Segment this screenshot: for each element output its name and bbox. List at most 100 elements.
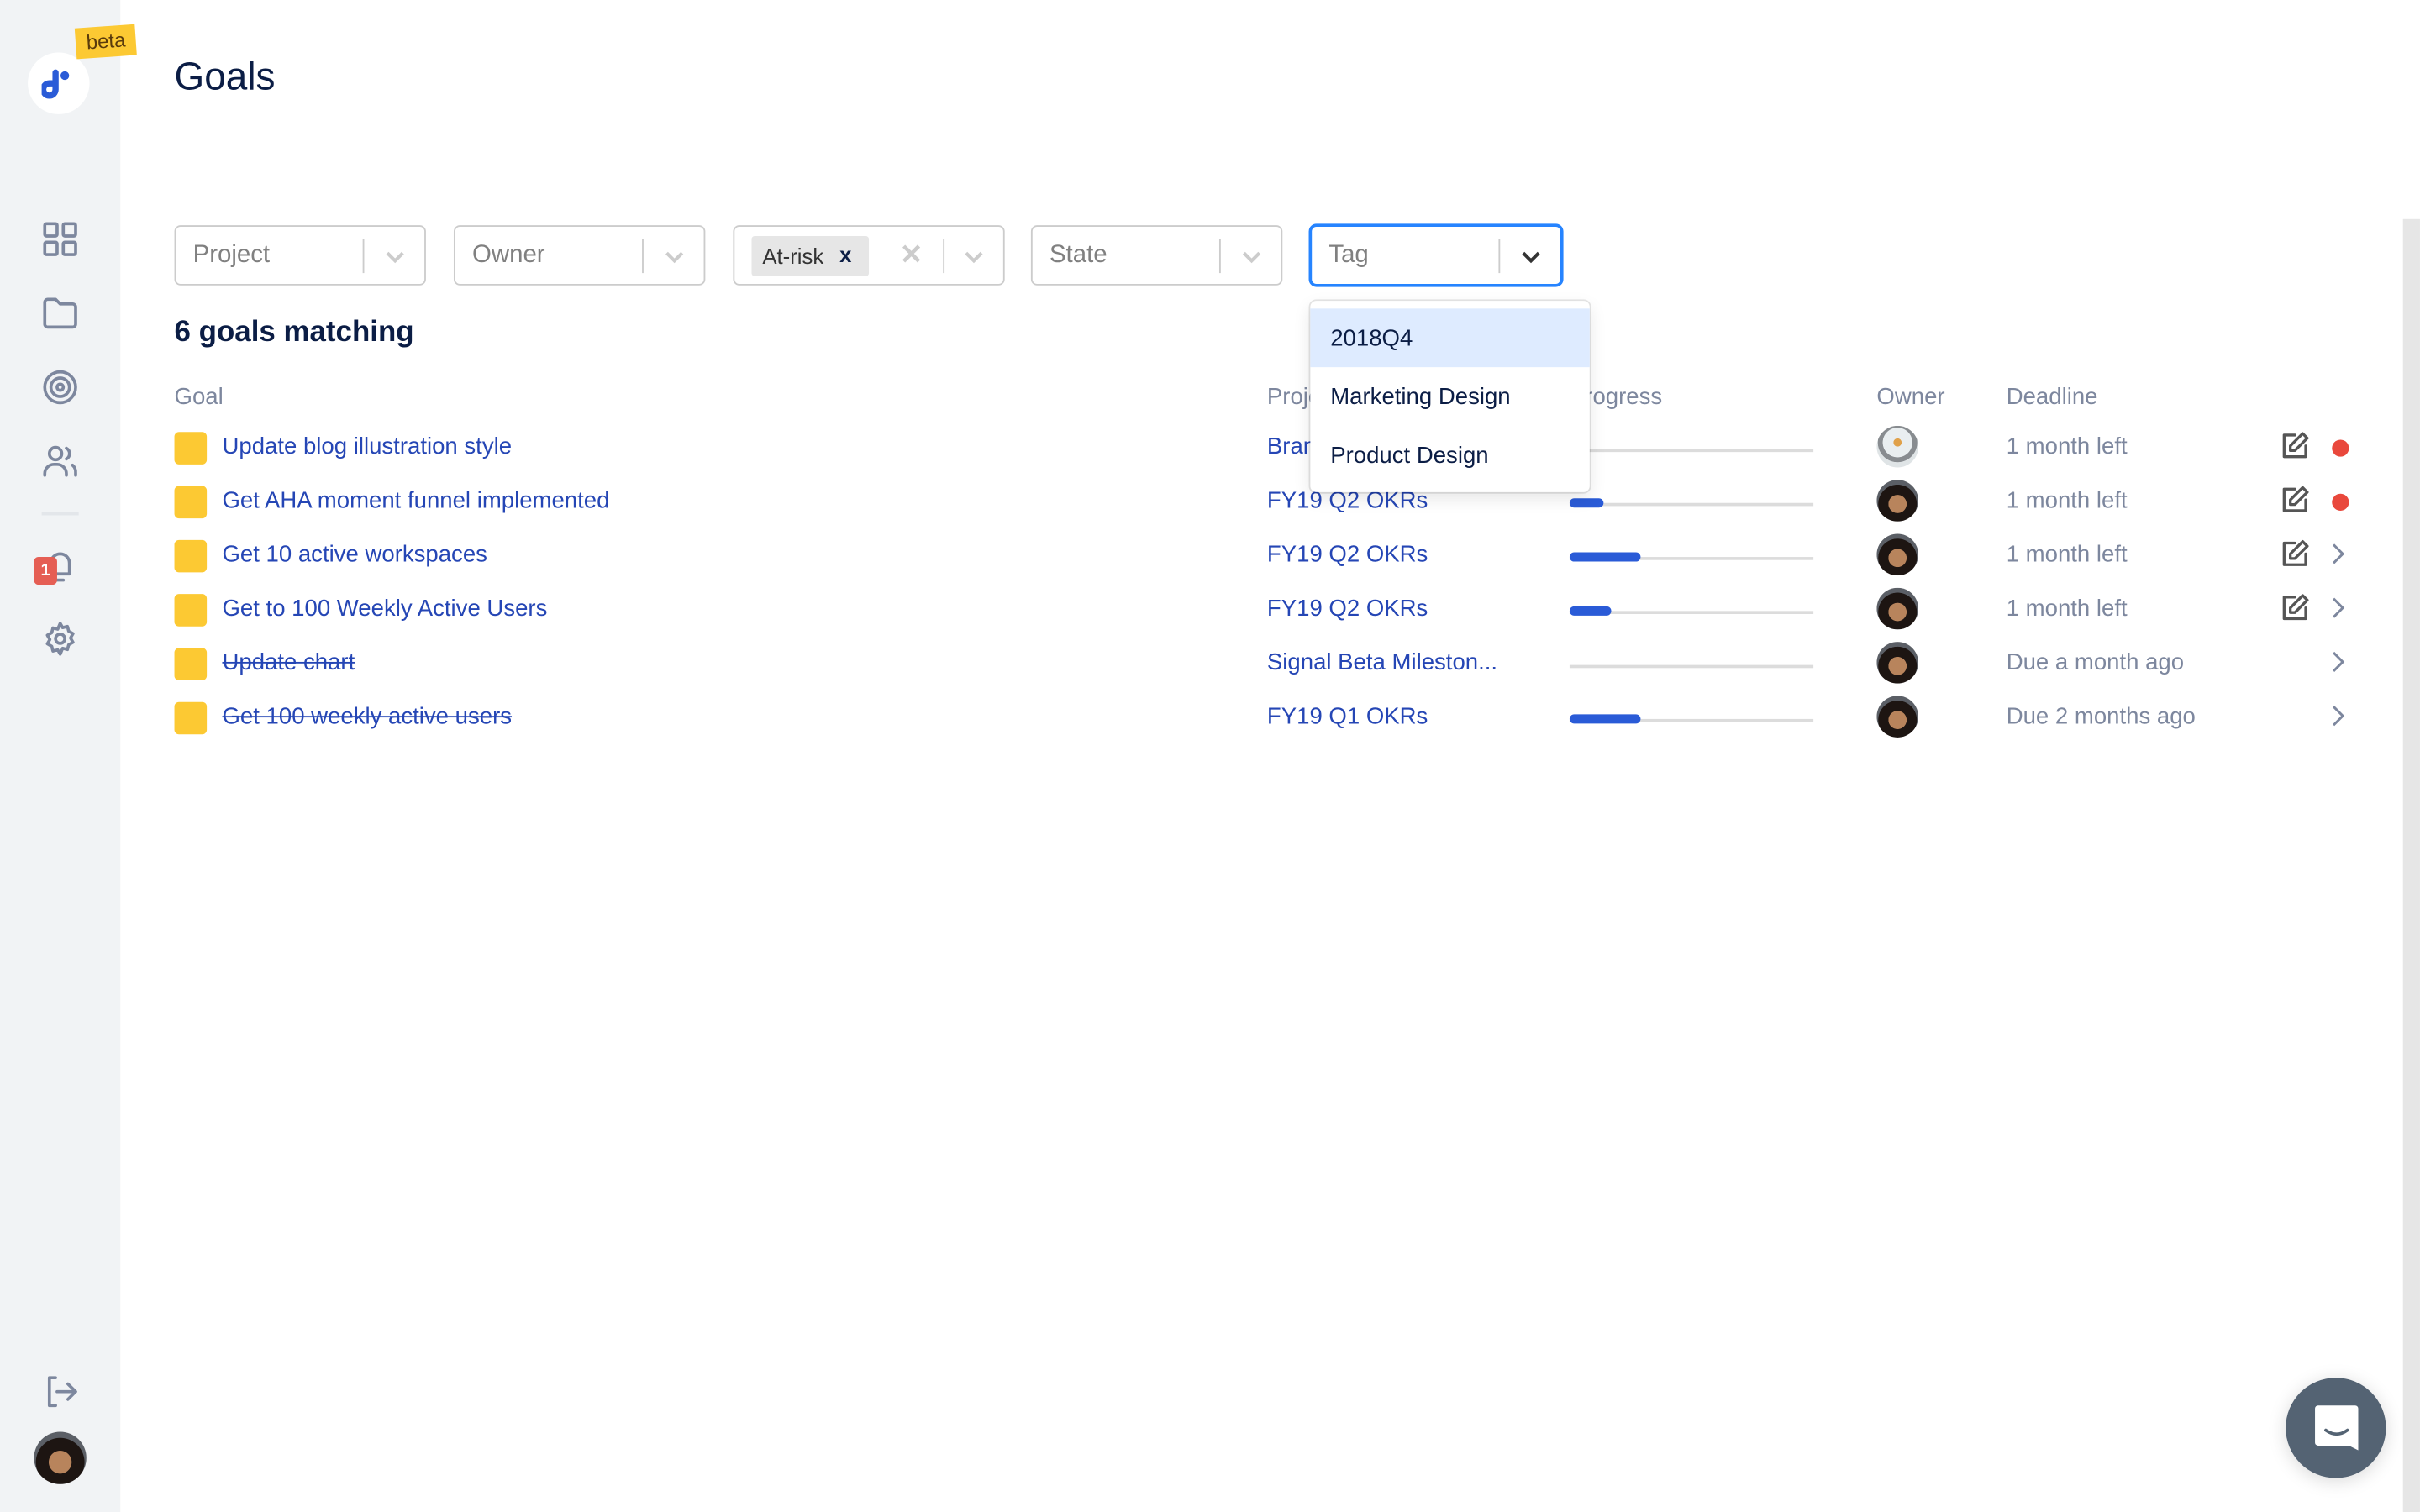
app: beta 1 Goals Project Owner At-risk x ✕ S… bbox=[0, 0, 2420, 1512]
goal-marker-icon bbox=[174, 432, 208, 465]
separator bbox=[642, 239, 644, 274]
deadline-text: Due a month ago bbox=[2006, 649, 2185, 676]
users-icon bbox=[43, 445, 77, 477]
progress-bar bbox=[1569, 664, 1814, 669]
clear-icon[interactable]: ✕ bbox=[900, 239, 923, 272]
goal-marker-icon bbox=[174, 594, 208, 627]
sidebar-divider bbox=[41, 512, 79, 516]
target-icon bbox=[43, 370, 77, 405]
progress-bar bbox=[1569, 449, 1814, 453]
app-logo[interactable] bbox=[28, 52, 90, 114]
logout-icon bbox=[47, 1376, 77, 1408]
progress-bar bbox=[1569, 552, 1814, 562]
separator bbox=[1498, 239, 1501, 274]
chevron-right-icon[interactable] bbox=[2329, 542, 2348, 566]
scrollbar-track[interactable] bbox=[2402, 218, 2420, 1512]
sidebar-item-settings[interactable] bbox=[42, 620, 79, 657]
edit-icon[interactable] bbox=[2280, 430, 2311, 461]
project-link[interactable]: FY19 Q1 OKRs bbox=[1267, 704, 1428, 730]
logout-button[interactable] bbox=[42, 1373, 79, 1410]
progress-fill bbox=[1569, 552, 1641, 562]
owner-filter-placeholder: Owner bbox=[472, 242, 545, 269]
separator bbox=[1218, 239, 1221, 274]
goal-link[interactable]: Update chart bbox=[222, 649, 355, 675]
project-link[interactable]: FY19 Q2 OKRs bbox=[1267, 596, 1428, 622]
tag-option[interactable]: Product Design bbox=[1310, 426, 1589, 485]
table-row[interactable]: Update chart Signal Beta Mileston... Due a… bbox=[174, 640, 2366, 686]
tag-filter[interactable]: Tag bbox=[1310, 225, 1562, 286]
separator bbox=[943, 239, 945, 274]
deadline-text: 1 month left bbox=[2006, 541, 2128, 568]
deadline-text: 1 month left bbox=[2006, 487, 2128, 514]
separator bbox=[362, 239, 365, 274]
table-row[interactable]: Get 100 weekly active users FY19 Q1 OKRs D… bbox=[174, 695, 2366, 741]
results-count: 6 goals matching bbox=[174, 316, 414, 349]
project-link[interactable]: Signal Beta Mileston... bbox=[1267, 649, 1497, 675]
chip-label: At-risk bbox=[762, 244, 824, 269]
owner-avatar[interactable] bbox=[1876, 696, 1919, 738]
beta-badge: beta bbox=[74, 24, 138, 60]
chevron-down-icon[interactable] bbox=[381, 242, 409, 270]
chevron-right-icon[interactable] bbox=[2329, 649, 2348, 674]
goal-marker-icon bbox=[174, 648, 208, 680]
owner-avatar[interactable] bbox=[1876, 587, 1919, 630]
project-filter-placeholder: Project bbox=[192, 242, 271, 269]
at-risk-indicator bbox=[2332, 439, 2349, 457]
edit-icon[interactable] bbox=[2280, 592, 2311, 623]
tag-option[interactable]: 2018Q4 bbox=[1310, 308, 1590, 368]
status-filter[interactable]: At-risk x ✕ bbox=[733, 225, 1005, 286]
column-header-goal: Goal bbox=[174, 384, 224, 411]
logo-icon bbox=[41, 69, 70, 99]
tag-filter-placeholder: Tag bbox=[1328, 242, 1369, 269]
owner-avatar[interactable] bbox=[1876, 480, 1919, 522]
page-title: Goals bbox=[174, 55, 276, 99]
sidebar-item-projects[interactable] bbox=[42, 295, 79, 332]
chevron-down-icon[interactable] bbox=[1517, 242, 1544, 270]
project-link[interactable]: FY19 Q2 OKRs bbox=[1267, 542, 1428, 568]
goal-link[interactable]: Get 100 weekly active users bbox=[222, 704, 512, 730]
progress-fill bbox=[1569, 606, 1612, 616]
goal-link[interactable]: Get 10 active workspaces bbox=[222, 542, 487, 568]
deadline-text: 1 month left bbox=[2006, 595, 2128, 622]
deadline-text: 1 month left bbox=[2006, 433, 2128, 460]
sidebar-item-dashboard[interactable] bbox=[42, 221, 79, 258]
owner-avatar[interactable] bbox=[1876, 533, 1919, 576]
chevron-right-icon[interactable] bbox=[2329, 596, 2348, 620]
chevron-down-icon[interactable] bbox=[660, 242, 688, 270]
owner-avatar[interactable] bbox=[1876, 642, 1919, 684]
gear-icon bbox=[45, 622, 75, 656]
state-filter[interactable]: State bbox=[1030, 225, 1283, 286]
table-row[interactable]: Get to 100 Weekly Active Users FY19 Q2 OK… bbox=[174, 586, 2366, 633]
chat-launcher-button[interactable] bbox=[2286, 1378, 2386, 1478]
progress-fill bbox=[1569, 498, 1604, 508]
table-row[interactable]: Get 10 active workspaces FY19 Q2 OKRs 1 mo… bbox=[174, 533, 2366, 579]
edit-icon[interactable] bbox=[2280, 538, 2311, 570]
profile-avatar[interactable] bbox=[34, 1431, 87, 1484]
chevron-down-icon[interactable] bbox=[960, 242, 987, 270]
goal-link[interactable]: Get AHA moment funnel implemented bbox=[222, 487, 609, 513]
state-filter-placeholder: State bbox=[1049, 242, 1107, 269]
tag-dropdown-menu: 2018Q4 Marketing Design Product Design bbox=[1310, 301, 1590, 492]
chevron-down-icon[interactable] bbox=[1238, 242, 1265, 270]
table-row[interactable]: Update blog illustration style Brand 1 mon… bbox=[174, 424, 2366, 470]
project-filter[interactable]: Project bbox=[174, 225, 426, 286]
chevron-right-icon[interactable] bbox=[2329, 704, 2348, 728]
at-risk-indicator bbox=[2332, 493, 2349, 511]
column-header-deadline: Deadline bbox=[2006, 384, 2098, 411]
goal-link[interactable]: Update blog illustration style bbox=[222, 433, 512, 459]
edit-icon[interactable] bbox=[2280, 485, 2311, 516]
progress-bar bbox=[1569, 606, 1814, 616]
progress-fill bbox=[1569, 714, 1641, 724]
table-row[interactable]: Get AHA moment funnel implemented FY19 Q2… bbox=[174, 478, 2366, 524]
progress-bar bbox=[1569, 714, 1814, 724]
goal-link[interactable]: Get to 100 Weekly Active Users bbox=[222, 596, 547, 622]
folder-icon bbox=[43, 297, 77, 329]
sidebar-item-goals[interactable] bbox=[42, 369, 79, 406]
chip-remove-button[interactable]: x bbox=[839, 242, 851, 266]
chat-icon bbox=[2314, 1404, 2358, 1450]
tag-option[interactable]: Marketing Design bbox=[1310, 367, 1589, 426]
deadline-text: Due 2 months ago bbox=[2006, 703, 2196, 730]
sidebar-item-people[interactable] bbox=[42, 443, 79, 480]
owner-filter[interactable]: Owner bbox=[453, 225, 706, 286]
owner-avatar[interactable] bbox=[1876, 425, 1919, 468]
